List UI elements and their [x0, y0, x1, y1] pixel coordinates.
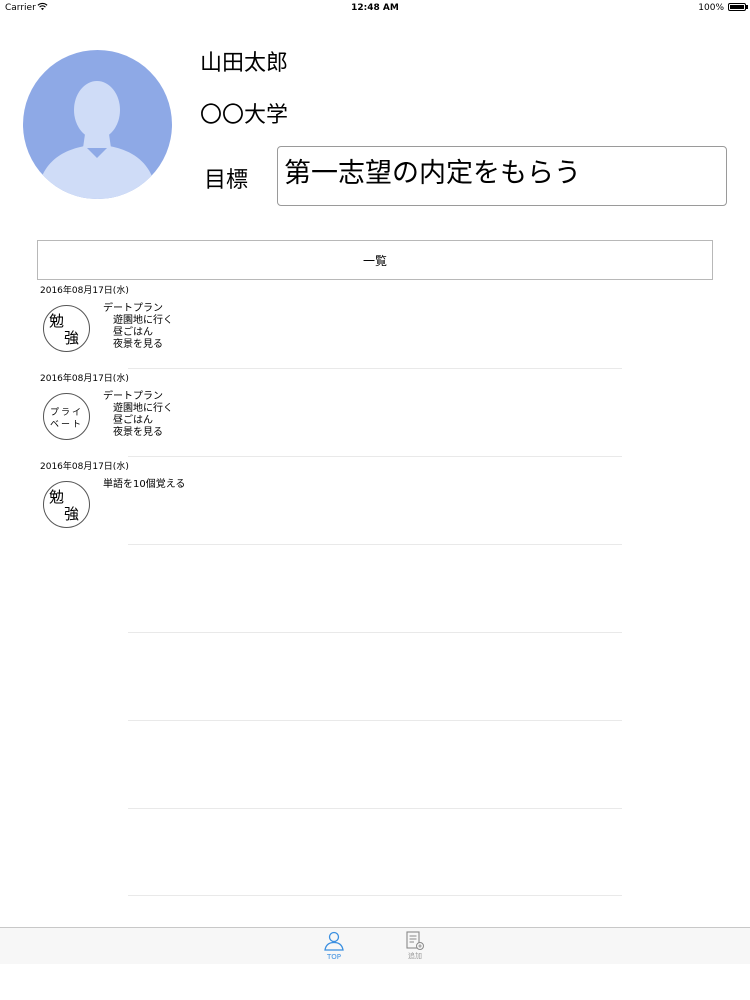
- university-name: 〇〇大学: [200, 103, 289, 128]
- tab-top[interactable]: TOP: [314, 930, 354, 962]
- category-stamp: 勉強: [43, 305, 90, 352]
- battery-percent: 100%: [698, 3, 724, 13]
- tab-bar: TOP 追加: [0, 927, 750, 964]
- stamp-text: 強: [64, 329, 80, 347]
- row-separator: [128, 895, 622, 896]
- stamp-text: 強: [64, 505, 80, 523]
- person-icon: [324, 931, 344, 951]
- user-name: 山田太郎: [200, 51, 289, 76]
- tab-add[interactable]: 追加: [395, 930, 435, 962]
- battery-icon: [728, 3, 746, 11]
- entry-text: 単語を10個覚える: [103, 479, 186, 490]
- avatar[interactable]: [23, 50, 172, 199]
- row-separator: [128, 368, 622, 369]
- row-separator: [128, 808, 622, 809]
- tab-top-label: TOP: [326, 953, 341, 961]
- clock: 12:48 AM: [351, 3, 399, 13]
- row-separator: [128, 544, 622, 545]
- bottom-area: [0, 964, 750, 1000]
- stamp-text: ベート: [49, 420, 83, 430]
- entry-date: 2016年08月17日(水): [40, 286, 129, 296]
- row-separator: [128, 632, 622, 633]
- entry-text: デートプラン 遊園地に行く 昼ごはん 夜景を見る: [103, 303, 173, 350]
- row-separator: [128, 456, 622, 457]
- add-document-icon: [406, 931, 424, 950]
- entry-date: 2016年08月17日(水): [40, 462, 129, 472]
- list-item[interactable]: 2016年08月17日(水) 勉強 単語を10個覚える: [0, 457, 750, 545]
- tab-add-label: 追加: [408, 952, 422, 960]
- list-item[interactable]: 2016年08月17日(水) プライ ベート デートプラン 遊園地に行く 昼ごはん 夜…: [0, 369, 750, 457]
- category-stamp: 勉強: [43, 481, 90, 528]
- status-bar: Carrier 12:48 AM 100%: [0, 0, 750, 16]
- category-stamp: プライ ベート: [43, 393, 90, 440]
- entry-date: 2016年08月17日(水): [40, 374, 129, 384]
- list-item[interactable]: 2016年08月17日(水) 勉強デートプラン 遊園地に行く 昼ごはん 夜景を見る: [0, 281, 750, 369]
- battery-nub: [746, 5, 748, 9]
- list-button[interactable]: 一覧: [37, 240, 713, 280]
- person-silhouette-icon: [37, 81, 157, 199]
- row-separator: [128, 720, 622, 721]
- goal-label: 目標: [204, 168, 249, 193]
- entry-text: デートプラン 遊園地に行く 昼ごはん 夜景を見る: [103, 391, 173, 438]
- goal-field[interactable]: 第一志望の内定をもらう: [277, 146, 727, 206]
